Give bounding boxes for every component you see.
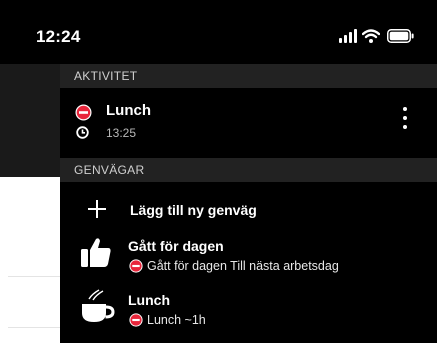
shortcut-lunch[interactable]: Lunch Lunch ~1h [60, 286, 437, 336]
add-shortcut-label: Lägg till ny genväg [130, 202, 257, 218]
battery-icon [387, 29, 414, 43]
no-entry-icon [75, 104, 92, 121]
wifi-icon [362, 29, 380, 43]
shortcut-subtitle: Gått för dagen Till nästa arbetsdag [147, 259, 339, 273]
shortcut-subtitle: Lunch ~1h [147, 313, 206, 327]
kebab-menu-icon[interactable] [402, 107, 408, 133]
shortcut-title: Gått för dagen [128, 238, 224, 254]
clock-icon [76, 126, 89, 139]
activity-time: 13:25 [106, 126, 137, 140]
actions-panel: AKTIVITET Lunch 13:25 GENVÄGAR Lägg till… [60, 64, 437, 343]
status-time: 12:24 [36, 27, 81, 46]
shortcut-title: Lunch [128, 292, 170, 308]
background-list-divider [8, 327, 60, 328]
activity-title: Lunch [106, 102, 151, 119]
current-activity[interactable]: Lunch 13:25 [60, 88, 437, 158]
thumbs-up-icon [81, 238, 111, 267]
section-header-shortcuts: GENVÄGAR [60, 158, 437, 182]
signal-icon [339, 29, 357, 43]
coffee-icon [82, 289, 115, 322]
no-entry-icon [129, 259, 143, 273]
section-header-activity: AKTIVITET [60, 64, 437, 88]
status-bar: 12:24 [0, 0, 437, 64]
no-entry-icon [129, 313, 143, 327]
shortcut-gatt-for-dagen[interactable]: Gått för dagen Gått för dagen Till nästa… [60, 232, 437, 282]
background-list-divider [8, 276, 60, 277]
plus-icon [88, 200, 106, 218]
